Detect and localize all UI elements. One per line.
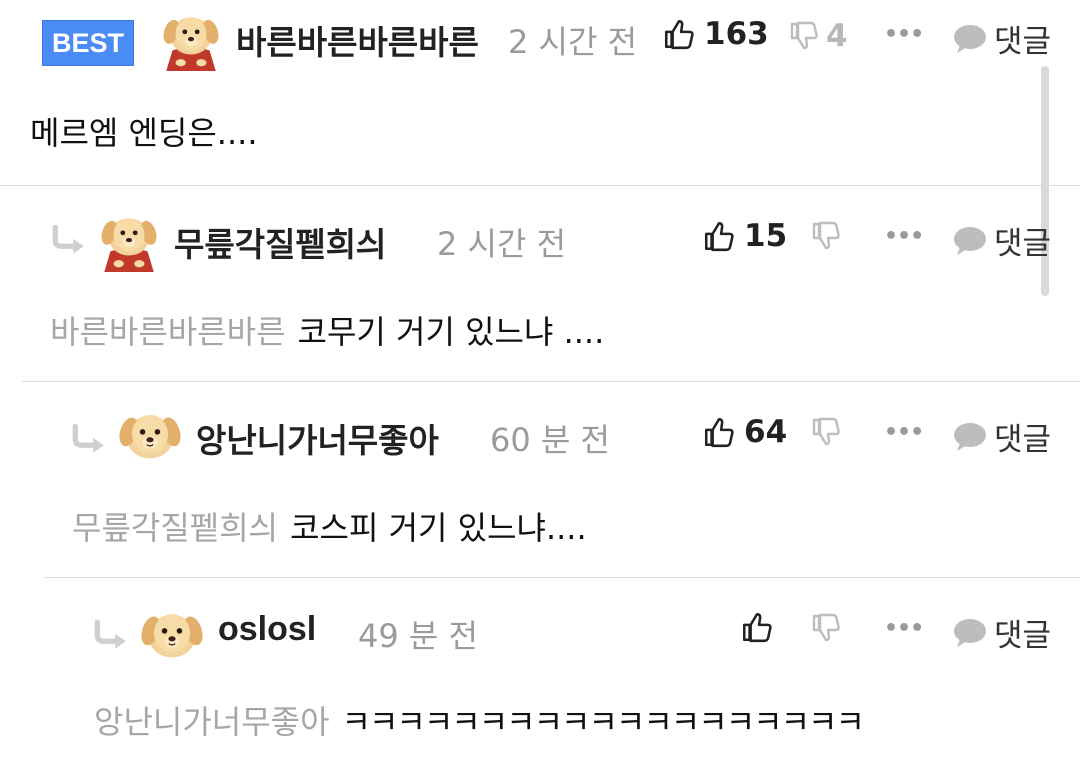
like-count: 64 [744, 414, 788, 450]
divider [0, 185, 1080, 186]
speech-bubble-icon [952, 617, 988, 649]
reply-arrow-icon [70, 424, 108, 456]
comment-nickname[interactable]: 앙난니가너무좋아 [196, 414, 439, 462]
comment-body: 메르엠 엔딩은.... [30, 114, 258, 152]
more-options-icon[interactable]: ••• [884, 616, 924, 641]
best-badge: BEST [42, 20, 134, 66]
more-options-icon[interactable]: ••• [884, 22, 924, 47]
speech-bubble-icon [952, 421, 988, 453]
reply-button[interactable]: 댓글 [952, 16, 1051, 61]
like-button[interactable]: 64 [702, 414, 787, 450]
dislike-button[interactable] [810, 220, 842, 252]
reply-arrow-icon [50, 225, 88, 257]
puppy-avatar-icon[interactable] [96, 204, 162, 274]
thumbs-down-icon [810, 416, 842, 448]
like-button[interactable] [740, 610, 774, 644]
more-options-icon[interactable]: ••• [884, 420, 924, 445]
reply-button[interactable]: 댓글 [952, 218, 1051, 263]
comment-body: 코무기 거기 있느냐 .... [297, 313, 605, 351]
thumbs-down-icon [810, 612, 842, 644]
reply-label: 댓글 [994, 226, 1052, 262]
speech-bubble-icon [952, 225, 988, 257]
reply-label: 댓글 [994, 24, 1052, 60]
mention-nickname[interactable]: 바른바른바른바른 [50, 313, 286, 351]
mention-nickname[interactable]: 무릎각질펱희싀 [72, 509, 278, 547]
thumbs-up-icon [702, 219, 736, 253]
comment-nickname[interactable]: 바른바른바른바른 [236, 16, 479, 64]
thumbs-up-icon [662, 17, 696, 51]
puppy-avatar-icon[interactable] [158, 3, 224, 73]
speech-bubble-icon [952, 23, 988, 55]
comment-nickname[interactable]: 무릎각질펱희싀 [174, 218, 387, 266]
reply-button[interactable]: 댓글 [952, 610, 1051, 655]
like-button[interactable]: 15 [702, 218, 787, 254]
dislike-button[interactable] [810, 612, 842, 644]
puppy-avatar-icon[interactable] [116, 400, 184, 468]
comment-body: ㅋㅋㅋㅋㅋㅋㅋㅋㅋㅋㅋㅋㅋㅋㅋㅋㅋㅋㅋ [341, 703, 865, 741]
reply-label: 댓글 [994, 618, 1052, 654]
comment-text: 바른바른바른바른 코무기 거기 있느냐 .... [50, 307, 604, 353]
comment-text: 메르엠 엔딩은.... [30, 108, 258, 154]
thumbs-down-icon [810, 220, 842, 252]
more-options-icon[interactable]: ••• [884, 224, 924, 249]
thumbs-up-icon [702, 415, 736, 449]
like-button[interactable]: 163 [662, 16, 769, 52]
comment-text: 무릎각질펱희싀 코스피 거기 있느냐.... [72, 503, 587, 549]
thumbs-down-icon [788, 20, 820, 52]
reply-arrow-icon [92, 620, 130, 652]
comment-time: 60 분 전 [490, 421, 610, 459]
comment-time: 2 시간 전 [437, 225, 567, 263]
puppy-avatar-icon[interactable] [138, 598, 206, 668]
dislike-button[interactable] [810, 416, 842, 448]
dislike-button[interactable]: 4 [788, 18, 848, 54]
mention-nickname[interactable]: 앙난니가너무좋아 [94, 703, 330, 741]
comment-time: 49 분 전 [358, 617, 478, 655]
comment-time: 2 시간 전 [508, 23, 638, 61]
reply-button[interactable]: 댓글 [952, 414, 1051, 459]
thumbs-up-icon [740, 610, 774, 644]
divider [44, 577, 1080, 578]
comment-body: 코스피 거기 있느냐.... [290, 509, 587, 547]
comment-nickname[interactable]: oslosl [218, 610, 316, 649]
dislike-count: 4 [826, 18, 848, 54]
divider [22, 381, 1080, 382]
like-count: 15 [744, 218, 788, 254]
like-count: 163 [704, 16, 769, 52]
reply-label: 댓글 [994, 422, 1052, 458]
comment-text: 앙난니가너무좋아 ㅋㅋㅋㅋㅋㅋㅋㅋㅋㅋㅋㅋㅋㅋㅋㅋㅋㅋㅋ [94, 697, 865, 743]
